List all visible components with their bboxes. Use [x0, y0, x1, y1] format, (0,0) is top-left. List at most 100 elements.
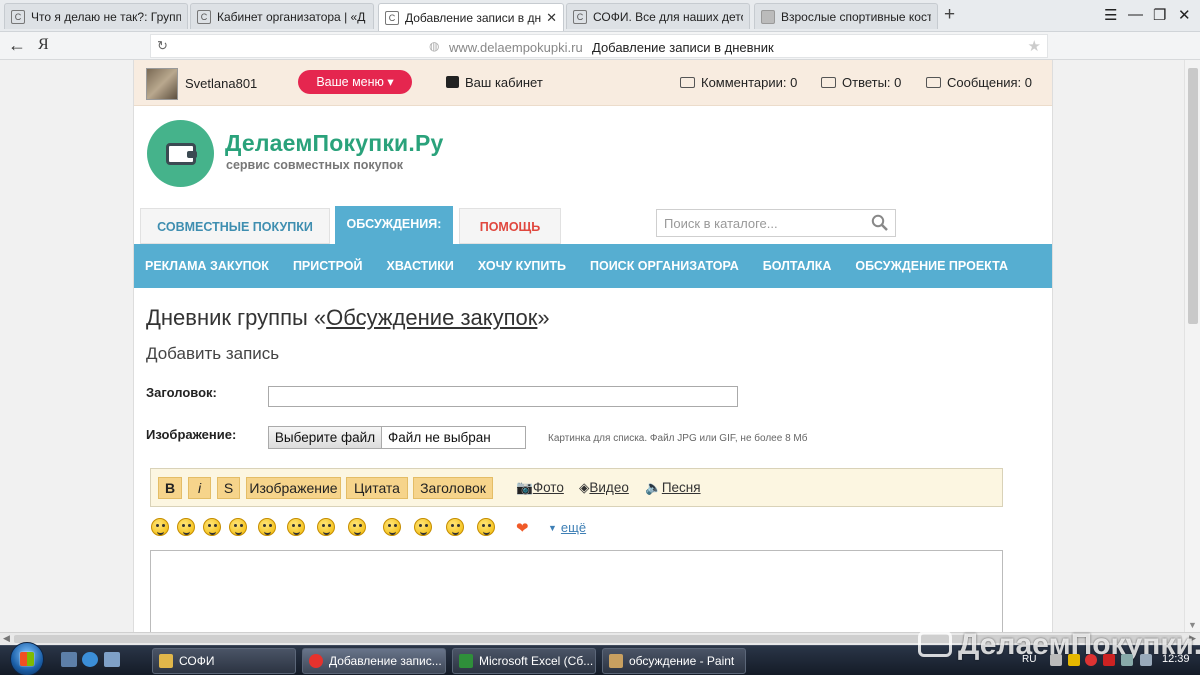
- bold-button[interactable]: B: [158, 477, 182, 499]
- taskbar-item-browser[interactable]: Добавление запис...: [302, 648, 446, 674]
- close-window-icon[interactable]: ✕: [1178, 6, 1191, 24]
- tab-discussions[interactable]: ОБСУЖДЕНИЯ:: [335, 206, 453, 244]
- logo-wallet-icon[interactable]: [147, 120, 214, 187]
- smiley-icon[interactable]: [287, 518, 305, 536]
- bookmark-star-icon[interactable]: ★: [1028, 37, 1041, 55]
- tray-arrow-icon[interactable]: [1050, 654, 1062, 666]
- clock[interactable]: 12:39: [1162, 653, 1190, 665]
- subnav-item-chat[interactable]: БОЛТАЛКА: [763, 259, 832, 273]
- taskbar-item-excel[interactable]: Microsoft Excel (Сб...: [452, 648, 596, 674]
- italic-button[interactable]: i: [188, 477, 211, 499]
- screen: С Что я делаю не так?: Групп С Кабинет о…: [0, 0, 1200, 675]
- tray-antivirus-icon[interactable]: [1085, 654, 1097, 666]
- brand-name[interactable]: ДелаемПокупки.Ру: [225, 130, 444, 157]
- site-info-icon[interactable]: ◍: [429, 39, 439, 53]
- back-arrow-icon[interactable]: ←: [8, 35, 26, 56]
- task-label: обсуждение - Paint: [629, 654, 735, 668]
- smiley-icon[interactable]: [446, 518, 464, 536]
- quote-button[interactable]: Цитата: [346, 477, 408, 499]
- avatar[interactable]: [146, 68, 178, 100]
- smiley-icon[interactable]: [229, 518, 247, 536]
- insert-image-button[interactable]: Изображение: [246, 477, 341, 499]
- excel-icon: [459, 654, 473, 668]
- title-field[interactable]: [268, 386, 738, 407]
- language-indicator[interactable]: RU: [1022, 654, 1036, 665]
- site-favicon-icon: С: [197, 9, 211, 24]
- start-button[interactable]: [10, 642, 44, 675]
- smiley-icon[interactable]: [317, 518, 335, 536]
- tray-warning-icon[interactable]: [1068, 654, 1080, 666]
- scrollbar-thumb[interactable]: [1188, 68, 1198, 324]
- new-tab-icon[interactable]: +: [944, 5, 955, 24]
- smiley-icon[interactable]: [383, 518, 401, 536]
- entry-text-area[interactable]: [150, 550, 1003, 632]
- cabinet-link[interactable]: Ваш кабинет: [446, 75, 543, 90]
- group-link[interactable]: Обсуждение закупок: [326, 305, 537, 330]
- switch-windows-icon[interactable]: [104, 652, 120, 667]
- heart-icon[interactable]: ❤: [516, 519, 529, 537]
- username-link[interactable]: Svetlana801: [185, 76, 257, 91]
- search-input[interactable]: [657, 210, 857, 236]
- folder-icon: [159, 654, 173, 668]
- choose-file-button[interactable]: Выберите файл: [269, 427, 382, 448]
- smiley-icon[interactable]: [203, 518, 221, 536]
- browser-tab[interactable]: С Что я делаю не так?: Групп: [4, 3, 188, 29]
- smiley-icon[interactable]: [477, 518, 495, 536]
- minimize-icon[interactable]: —: [1128, 6, 1143, 23]
- tray-network-icon[interactable]: [1121, 654, 1133, 666]
- subnav-item-ads[interactable]: РЕКЛАМА ЗАКУПОК: [145, 259, 269, 273]
- cabinet-label: Ваш кабинет: [465, 75, 543, 90]
- browser-tab[interactable]: С СОФИ. Все для наших дето: [566, 3, 750, 29]
- taskbar-item-sofi[interactable]: СОФИ: [152, 648, 296, 674]
- user-bar: Svetlana801 Ваше меню ▾ Ваш кабинет Комм…: [134, 60, 1052, 106]
- tab-joint-purchases[interactable]: СОВМЕСТНЫЕ ПОКУПКИ: [140, 208, 330, 244]
- messages-link[interactable]: Сообщения: 0: [926, 75, 1032, 90]
- replies-label: Ответы: 0: [842, 75, 902, 90]
- subnav-item-project-discussion[interactable]: ОБСУЖДЕНИЕ ПРОЕКТА: [855, 259, 1008, 273]
- smiley-icon[interactable]: [151, 518, 169, 536]
- smiley-icon[interactable]: [414, 518, 432, 536]
- tray-volume-icon[interactable]: [1140, 654, 1152, 666]
- show-desktop-icon[interactable]: [61, 652, 77, 667]
- subnav-item-find-organizer[interactable]: ПОИСК ОРГАНИЗАТОРА: [590, 259, 739, 273]
- your-menu-button[interactable]: Ваше меню ▾: [298, 70, 412, 94]
- taskbar-item-paint[interactable]: обсуждение - Paint: [602, 648, 746, 674]
- smiley-icon[interactable]: [348, 518, 366, 536]
- title-field-label: Заголовок:: [146, 385, 217, 400]
- wallet-watermark-icon: [918, 631, 952, 657]
- close-tab-icon[interactable]: ✕: [546, 10, 557, 26]
- smiley-icon[interactable]: [258, 518, 276, 536]
- reload-icon[interactable]: ↻: [157, 38, 168, 54]
- subnav-item-pristroy[interactable]: ПРИСТРОЙ: [293, 259, 363, 273]
- photo-link[interactable]: 📷Фото: [516, 480, 564, 496]
- strike-button[interactable]: S: [217, 477, 240, 499]
- address-bar[interactable]: ↻ ◍ www.delaempokupki.ru Добавление запи…: [150, 34, 1048, 58]
- browser-tab[interactable]: Взрослые спортивные кост: [754, 3, 938, 29]
- replies-link[interactable]: Ответы: 0: [821, 75, 901, 90]
- url-page-title: Добавление записи в дневник: [592, 40, 774, 55]
- song-link[interactable]: 🔈Песня: [645, 480, 701, 496]
- subnav-bar: РЕКЛАМА ЗАКУПОК ПРИСТРОЙ ХВАСТИКИ ХОЧУ К…: [134, 244, 1052, 288]
- header-button[interactable]: Заголовок: [413, 477, 493, 499]
- yandex-button[interactable]: Я: [38, 36, 49, 54]
- vertical-scrollbar[interactable]: ▼: [1184, 60, 1200, 632]
- photo-label: Фото: [532, 480, 564, 495]
- tray-app-icon[interactable]: [1103, 654, 1115, 666]
- internet-explorer-icon[interactable]: [82, 652, 98, 667]
- search-icon[interactable]: [871, 214, 888, 231]
- more-smileys-link[interactable]: ▼ ещё: [548, 520, 586, 535]
- browser-tab[interactable]: С Кабинет организатора | «Д: [190, 3, 374, 29]
- scroll-left-icon[interactable]: ◀: [3, 633, 10, 644]
- browser-menu-icon[interactable]: ☰: [1104, 6, 1117, 24]
- bag-icon: [446, 76, 459, 88]
- restore-icon[interactable]: ❐: [1153, 6, 1166, 24]
- smiley-icon[interactable]: [177, 518, 195, 536]
- video-link[interactable]: ◈Видео: [579, 480, 629, 496]
- subnav-item-want-to-buy[interactable]: ХОЧУ КУПИТЬ: [478, 259, 566, 273]
- site-favicon-icon: С: [573, 9, 587, 24]
- tab-help[interactable]: ПОМОЩЬ: [459, 208, 561, 244]
- comments-link[interactable]: Комментарии: 0: [680, 75, 797, 90]
- subnav-item-brag[interactable]: ХВАСТИКИ: [386, 259, 453, 273]
- browser-tab-strip: С Что я делаю не так?: Групп С Кабинет о…: [0, 0, 1200, 32]
- browser-tab-active[interactable]: С Добавление записи в дн ✕: [378, 3, 564, 31]
